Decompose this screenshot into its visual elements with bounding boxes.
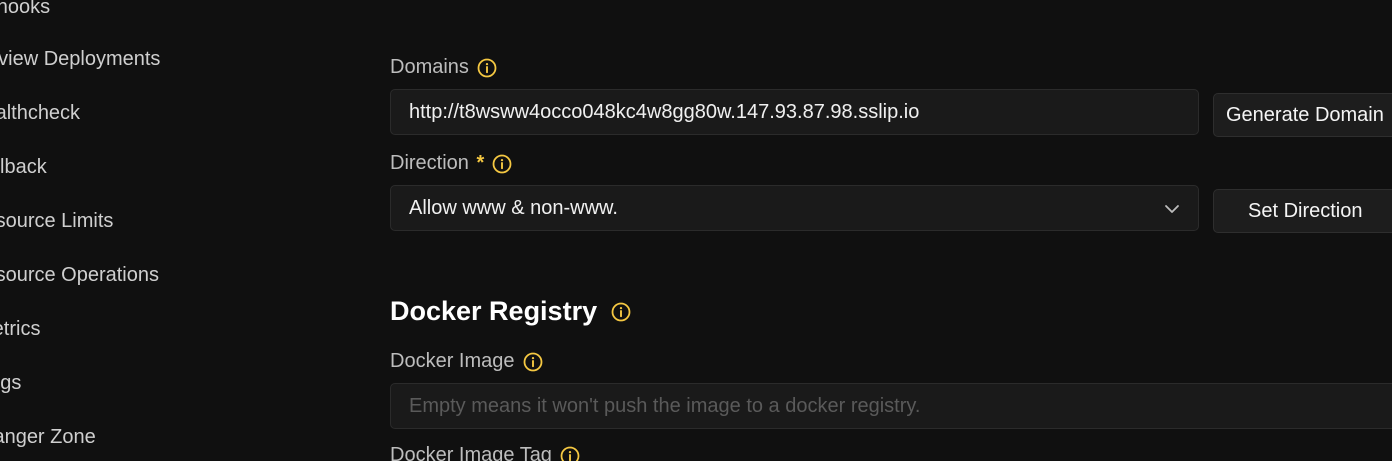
direction-label-value: Direction	[390, 152, 469, 174]
domains-input-value[interactable]	[409, 100, 1180, 124]
direction-label: Direction *	[390, 152, 512, 175]
docker-image-tag-label-text: Docker Image Tag	[390, 444, 552, 461]
chevron-down-icon	[1162, 199, 1182, 219]
info-icon[interactable]	[477, 58, 497, 78]
sidebar-item-metrics[interactable]: Metrics	[0, 318, 40, 341]
required-mark: *	[476, 152, 485, 174]
docker-registry-title: Docker Registry	[390, 296, 598, 326]
direction-select[interactable]: Allow www & non-www.	[390, 185, 1199, 231]
info-icon[interactable]	[523, 352, 543, 372]
docker-registry-heading: Docker Registry	[390, 296, 631, 327]
info-icon[interactable]	[611, 302, 631, 322]
direction-selected-value: Allow www & non-www.	[409, 196, 618, 219]
sidebar-item-danger-zone[interactable]: Danger Zone	[0, 426, 96, 449]
sidebar-item-preview-deployments[interactable]: Preview Deployments	[0, 48, 160, 71]
domains-label: Domains	[390, 56, 497, 79]
sidebar: Webhooks Preview Deployments Healthcheck…	[0, 0, 300, 461]
sidebar-item-rollback[interactable]: Rollback	[0, 156, 47, 179]
info-icon[interactable]	[560, 446, 580, 461]
sidebar-item-webhooks[interactable]: Webhooks	[0, 0, 50, 19]
sidebar-item-healthcheck[interactable]: Healthcheck	[0, 102, 80, 125]
set-direction-button[interactable]: Set Direction	[1213, 189, 1392, 233]
docker-image-tag-label: Docker Image Tag	[390, 444, 580, 461]
info-icon[interactable]	[492, 154, 512, 174]
domains-input[interactable]	[390, 89, 1199, 135]
sidebar-item-resource-operations[interactable]: Resource Operations	[0, 264, 159, 287]
docker-image-label-text: Docker Image	[390, 350, 515, 372]
docker-image-label: Docker Image	[390, 350, 543, 373]
docker-image-input[interactable]	[390, 383, 1392, 429]
generate-domain-button[interactable]: Generate Domain	[1213, 93, 1392, 137]
direction-label-text: Direction *	[390, 152, 484, 175]
docker-image-input-field[interactable]	[409, 394, 1381, 418]
page: Webhooks Preview Deployments Healthcheck…	[0, 0, 1392, 461]
sidebar-item-logs[interactable]: Logs	[0, 372, 21, 395]
domains-label-text: Domains	[390, 56, 469, 78]
sidebar-item-resource-limits[interactable]: Resource Limits	[0, 210, 113, 233]
